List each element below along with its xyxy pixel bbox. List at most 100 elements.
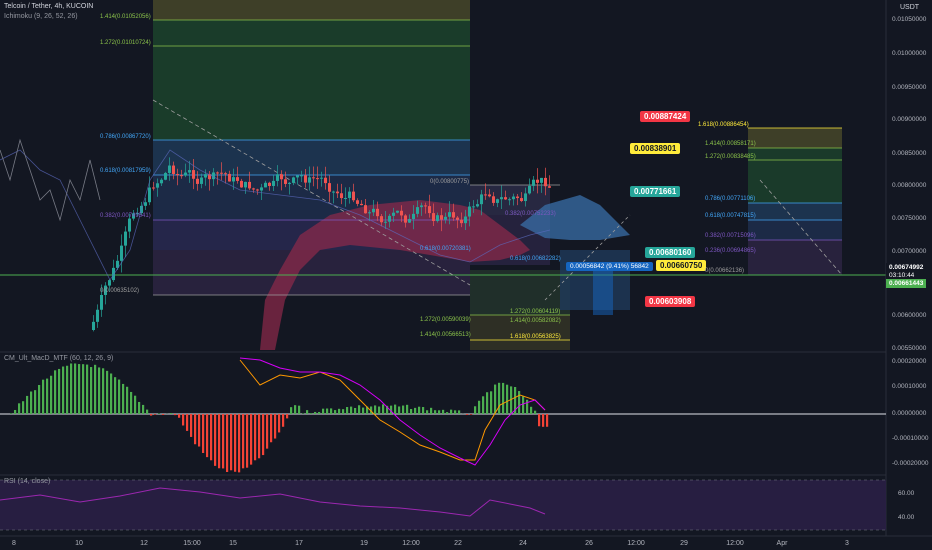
candle-body — [316, 178, 319, 180]
candle-body — [368, 212, 371, 214]
candle-body — [180, 175, 183, 177]
macd-bar — [174, 414, 177, 416]
macd-bar — [150, 414, 153, 416]
macd-bar — [170, 413, 173, 414]
candle-body — [276, 174, 279, 181]
macd-bar — [402, 405, 405, 414]
candle-body — [100, 295, 103, 310]
macd-bar — [302, 413, 305, 414]
time-tick: 8 — [12, 540, 16, 547]
price-tag-red[interactable]: 0.00887424 — [640, 111, 691, 122]
fib-label: 1.414(0.00858171) — [705, 141, 756, 147]
price-tag-green-lower[interactable]: 0.00680160 — [645, 247, 696, 258]
macd-bar — [262, 414, 265, 456]
macd-bar — [362, 407, 365, 414]
macd-bar — [250, 414, 253, 465]
macd-bar — [226, 414, 229, 473]
macd-bar — [374, 405, 377, 414]
price-tick: 0.00900000 — [892, 116, 927, 123]
chart-canvas[interactable] — [0, 0, 932, 550]
candle-body — [320, 177, 323, 179]
macd-bar — [178, 414, 181, 418]
candle-body — [504, 197, 507, 200]
macd-bar — [350, 406, 353, 414]
candle-body — [528, 185, 531, 194]
candle-body — [548, 186, 551, 188]
time-tick: 19 — [360, 540, 368, 547]
candle-body — [380, 216, 383, 223]
macd-bar — [458, 410, 461, 414]
macd-bar — [110, 373, 113, 414]
macd-bar — [394, 404, 397, 414]
price-tick: 0.00700000 — [892, 248, 927, 255]
macd-bar — [82, 364, 85, 414]
price-tag-yellow-lower[interactable]: 0.00660750 — [656, 260, 707, 271]
macd-bar — [466, 414, 469, 415]
candle-body — [236, 177, 239, 181]
macd-bar — [538, 414, 541, 427]
macd-bar — [126, 386, 129, 414]
macd-bar — [330, 408, 333, 414]
candle-body — [112, 267, 115, 281]
macd-bar — [498, 382, 501, 414]
price-tick: 0.00950000 — [892, 84, 927, 91]
candle-body — [108, 280, 111, 286]
candle-body — [176, 174, 179, 176]
candle-body — [516, 196, 519, 199]
macd-bar — [530, 406, 533, 414]
candle-body — [184, 172, 187, 176]
measure-label[interactable]: 0.00056842 (9.41%) 56842 — [566, 262, 653, 271]
measure-box[interactable] — [593, 270, 613, 315]
green-level-badge: 0.00661443 — [886, 279, 927, 288]
macd-bar — [74, 363, 77, 414]
macd-bar — [470, 414, 473, 415]
macd-bar — [398, 406, 401, 414]
macd-bar — [246, 414, 249, 468]
macd-bar — [414, 407, 417, 414]
symbol-title[interactable]: Telcoin / Tether, 4h, KUCOIN — [4, 3, 93, 10]
candle-body — [472, 206, 475, 208]
candle-body — [488, 194, 491, 197]
macd-bar — [190, 414, 193, 437]
fib-label: 1.618(0.00563825) — [510, 334, 561, 340]
candle-body — [452, 212, 455, 218]
macd-bar — [430, 407, 433, 414]
rsi-legend[interactable]: RSI (14, close) — [4, 478, 50, 485]
macd-legend[interactable]: CM_Ult_MacD_MTF (60, 12, 26, 9) — [4, 355, 113, 362]
rsi-tick: 60.00 — [898, 490, 915, 497]
macd-bar — [270, 414, 273, 443]
macd-bar — [30, 391, 33, 414]
candle-body — [204, 174, 207, 178]
fib-label: 1.272(0.01010724) — [100, 40, 151, 46]
macd-bar — [438, 410, 441, 414]
fib-label: 1.618(0.00886454) — [698, 122, 749, 128]
candle-body — [440, 215, 443, 220]
candle-body — [492, 196, 495, 203]
macd-bar — [234, 414, 237, 472]
macd-bar — [298, 405, 301, 414]
macd-bar — [318, 411, 321, 414]
price-tag-yellow[interactable]: 0.00838901 — [630, 143, 681, 154]
macd-bar — [22, 401, 25, 414]
macd-bar — [194, 414, 197, 445]
macd-bar — [94, 364, 97, 414]
candle-body — [536, 179, 539, 183]
macd-bar — [130, 391, 133, 414]
macd-bar — [10, 413, 13, 414]
candle-body — [444, 216, 447, 220]
candle-body — [428, 206, 431, 214]
macd-bar — [410, 408, 413, 414]
price-tag-green[interactable]: 0.00771661 — [630, 186, 681, 197]
macd-bar — [286, 414, 289, 419]
macd-bar — [494, 384, 497, 414]
price-tag-red-lower[interactable]: 0.00603908 — [645, 296, 696, 307]
macd-bar — [354, 407, 357, 414]
macd-bar — [210, 414, 213, 461]
candle-body — [172, 165, 175, 175]
macd-bar — [154, 414, 157, 415]
candle-body — [252, 188, 255, 190]
ichimoku-legend[interactable]: Ichimoku (9, 26, 52, 26) — [4, 13, 78, 20]
macd-bar — [46, 378, 49, 414]
candle-body — [92, 321, 95, 330]
fib-label: 0.786(0.00867720) — [100, 134, 151, 140]
